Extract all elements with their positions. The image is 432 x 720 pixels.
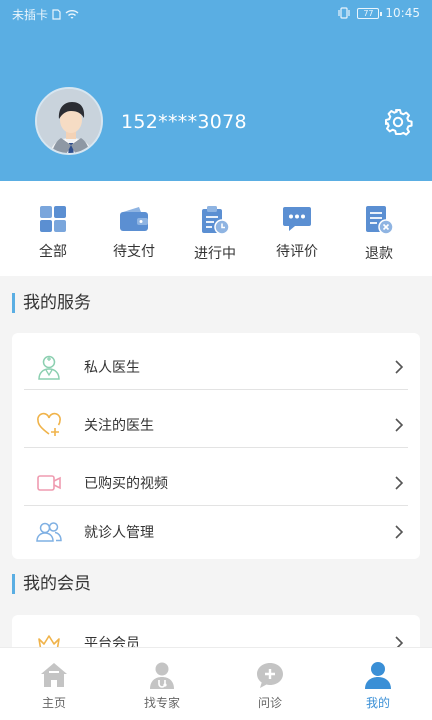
people-icon: [36, 522, 62, 542]
tab-home[interactable]: 主页: [14, 660, 94, 711]
status-time: 10:45: [385, 6, 420, 20]
order-unpaid-button[interactable]: 待支付: [96, 205, 172, 261]
order-all-label: 全部: [39, 244, 67, 260]
order-shortcuts: 全部 待支付 进行中 待评价 退款: [0, 181, 432, 276]
home-icon: [41, 663, 67, 687]
order-all-button[interactable]: 全部: [15, 205, 91, 261]
doctor-icon: [38, 355, 60, 380]
tab-consult-label: 问诊: [257, 696, 282, 710]
status-bar: 未插卡 77 10:45: [0, 0, 432, 28]
service-purchased-videos[interactable]: 已购买的视频: [24, 455, 408, 511]
person-icon: [365, 662, 391, 689]
tab-mine[interactable]: 我的: [338, 660, 418, 711]
consult-icon: [257, 663, 283, 688]
services-card: 私人医生 关注的医生 已购买的视频 就诊人管理: [12, 333, 420, 559]
bottom-tab-bar: 主页 找专家 问诊 我的: [0, 647, 432, 720]
video-icon: [37, 475, 61, 491]
service-followed-doctors-label: 关注的医生: [84, 418, 154, 434]
battery-icon: 77: [357, 7, 383, 19]
wallet-icon: [120, 207, 148, 231]
order-review-button[interactable]: 待评价: [259, 205, 335, 261]
order-refund-button[interactable]: 退款: [341, 205, 417, 263]
service-purchased-videos-label: 已购买的视频: [84, 476, 168, 492]
wifi-icon: [65, 10, 79, 19]
chevron-right-icon: [395, 418, 404, 432]
tab-find-expert[interactable]: 找专家: [122, 660, 202, 711]
service-private-doctor-label: 私人医生: [84, 360, 140, 376]
tab-consult[interactable]: 问诊: [230, 660, 310, 711]
vibrate-icon: [338, 7, 351, 19]
chevron-right-icon: [395, 476, 404, 490]
settings-gear-icon[interactable]: [383, 107, 413, 137]
order-review-label: 待评价: [276, 244, 318, 260]
divider: [24, 447, 408, 448]
service-patient-management-label: 就诊人管理: [84, 525, 154, 541]
grid-icon: [40, 206, 66, 232]
carrier-text: 未插卡: [12, 8, 49, 22]
heart-plus-icon: [37, 412, 61, 436]
avatar[interactable]: [35, 87, 103, 155]
tab-find-expert-label: 找专家: [143, 696, 180, 710]
chevron-right-icon: [395, 525, 404, 539]
chat-bubble-icon: [283, 207, 311, 231]
document-cancel-icon: [366, 206, 394, 235]
service-followed-doctors[interactable]: 关注的医生: [24, 397, 408, 453]
chevron-right-icon: [395, 360, 404, 374]
divider: [24, 389, 408, 390]
expert-icon: [150, 662, 174, 689]
user-phone: 152****3078: [121, 111, 247, 133]
profile-header: 未插卡 77 10:45 152****3078: [0, 0, 432, 181]
order-refund-label: 退款: [365, 246, 393, 262]
order-inprogress-label: 进行中: [194, 246, 236, 262]
clipboard-clock-icon: [202, 206, 230, 235]
order-unpaid-label: 待支付: [113, 244, 155, 260]
sim-icon: [52, 9, 61, 20]
membership-section-title: 我的会员: [12, 574, 91, 594]
services-section-title: 我的服务: [12, 293, 91, 313]
service-private-doctor[interactable]: 私人医生: [24, 339, 408, 395]
order-inprogress-button[interactable]: 进行中: [177, 205, 253, 263]
tab-home-label: 主页: [41, 696, 66, 710]
tab-mine-label: 我的: [365, 696, 390, 710]
service-patient-management[interactable]: 就诊人管理: [24, 504, 408, 560]
